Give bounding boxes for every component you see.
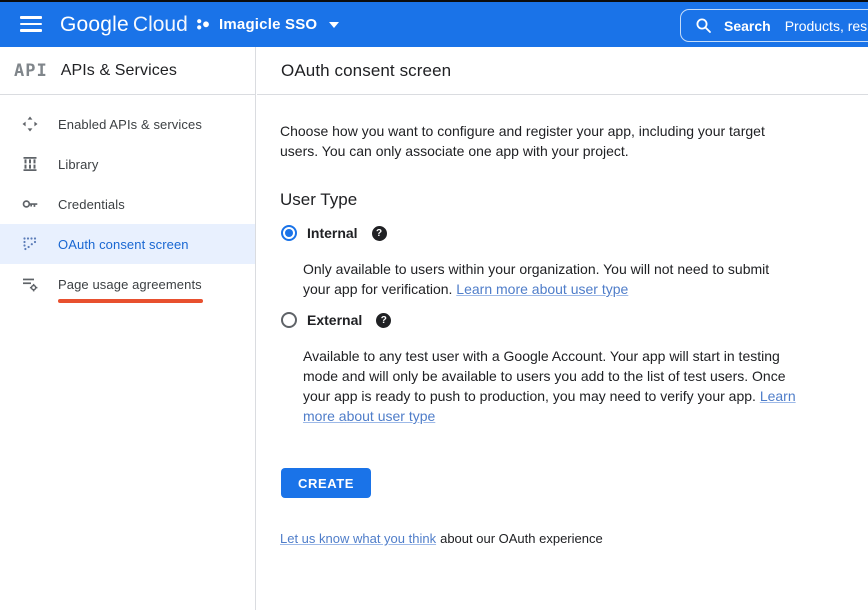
radio-external[interactable]: [281, 312, 297, 328]
internal-description: Only available to users within your orga…: [303, 259, 783, 299]
user-type-option-internal: Internal ?: [281, 225, 387, 241]
gcp-console-page: GoogleCloud Imagicle SSO Search Products…: [0, 0, 868, 610]
help-icon[interactable]: ?: [376, 313, 391, 328]
sidebar-item-credentials[interactable]: Credentials: [0, 184, 255, 224]
chevron-down-icon: [329, 22, 339, 28]
project-name: Imagicle SSO: [219, 16, 317, 33]
sidebar-header: API APIs & Services: [0, 47, 255, 95]
help-icon[interactable]: ?: [372, 226, 387, 241]
enabled-apis-icon: [22, 116, 38, 132]
page-title: OAuth consent screen: [281, 61, 451, 81]
sidebar-item-page-usage-agreements[interactable]: Page usage agreements: [0, 264, 255, 304]
sidebar-title: APIs & Services: [61, 62, 177, 80]
sidebar: API APIs & Services Enabled APIs & servi…: [0, 47, 256, 610]
sidebar-item-oauth-consent-screen[interactable]: OAuth consent screen: [0, 224, 255, 264]
logo-google-text: Google: [60, 13, 129, 36]
sidebar-item-label: Page usage agreements: [58, 277, 202, 292]
library-icon: [22, 156, 38, 172]
sidebar-item-label: OAuth consent screen: [58, 237, 189, 252]
sidebar-item-label: Enabled APIs & services: [58, 117, 202, 132]
sidebar-item-enabled-apis[interactable]: Enabled APIs & services: [0, 104, 255, 144]
radio-internal-label[interactable]: Internal: [307, 225, 358, 241]
sidebar-item-library[interactable]: Library: [0, 144, 255, 184]
project-icon: [196, 17, 211, 32]
api-logo: API: [14, 61, 48, 81]
menu-icon[interactable]: [20, 16, 42, 33]
search-icon: [695, 17, 712, 34]
main-header: OAuth consent screen: [257, 47, 868, 95]
project-selector[interactable]: Imagicle SSO: [196, 2, 339, 47]
consent-icon: [22, 236, 38, 252]
external-description: Available to any test user with a Google…: [303, 346, 808, 426]
key-icon: [22, 196, 38, 212]
feedback-note: Let us know what you think about our OAut…: [280, 531, 603, 546]
annotation-underline: [58, 299, 203, 303]
search-bar[interactable]: Search Products, res: [680, 9, 868, 42]
radio-external-label[interactable]: External: [307, 312, 362, 328]
intro-text: Choose how you want to configure and reg…: [280, 121, 780, 161]
sidebar-item-label: Credentials: [58, 197, 125, 212]
search-label: Search: [724, 18, 771, 34]
app-bar: GoogleCloud Imagicle SSO Search Products…: [0, 2, 868, 47]
sidebar-item-label: Library: [58, 157, 98, 172]
logo-cloud-text: Cloud: [133, 13, 188, 36]
radio-internal[interactable]: [281, 225, 297, 241]
user-type-heading: User Type: [280, 190, 357, 210]
user-type-option-external: External ?: [281, 312, 391, 328]
search-placeholder: Products, res: [785, 18, 867, 34]
agreements-icon: [22, 276, 38, 292]
external-description-text: Available to any test user with a Google…: [303, 348, 786, 404]
learn-more-link-internal[interactable]: Learn more about user type: [456, 281, 628, 297]
google-cloud-logo[interactable]: GoogleCloud: [60, 2, 188, 47]
feedback-link[interactable]: Let us know what you think: [280, 531, 436, 546]
create-button[interactable]: CREATE: [281, 468, 371, 498]
feedback-text: about our OAuth experience: [440, 531, 603, 546]
